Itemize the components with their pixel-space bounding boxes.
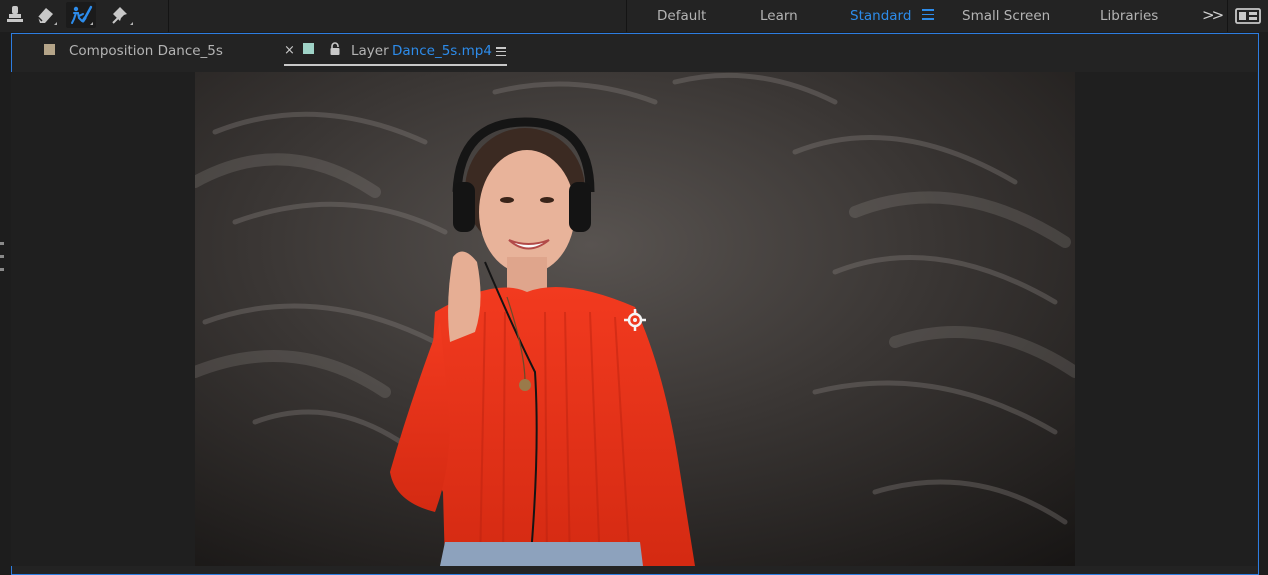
clone-stamp-tool-button[interactable] — [0, 2, 30, 28]
workspace-overflow-icon[interactable]: >> — [1202, 6, 1224, 24]
workspace-switcher-icon[interactable] — [1234, 6, 1262, 26]
layer-viewer[interactable] — [11, 72, 1257, 566]
eraser-icon — [34, 4, 56, 26]
panel-menu-icon[interactable] — [496, 47, 506, 57]
workspace-libraries[interactable]: Libraries — [1100, 8, 1158, 24]
video-frame[interactable] — [195, 72, 1075, 566]
tools-toolbar: Default Learn Standard Small Screen Libr… — [0, 0, 1268, 32]
workspace-small-screen[interactable]: Small Screen — [962, 8, 1050, 24]
composition-label-swatch — [44, 44, 55, 55]
panel-edge-marks — [0, 240, 4, 280]
toolbar-divider — [626, 0, 627, 32]
workspace-default[interactable]: Default — [657, 8, 706, 24]
workspace-menu-icon[interactable] — [922, 9, 934, 23]
tab-composition[interactable]: Composition Dance_5s — [12, 34, 262, 68]
puppet-pin-tool-button[interactable] — [106, 2, 136, 28]
workspace-learn[interactable]: Learn — [760, 8, 798, 24]
close-tab-icon[interactable]: × — [284, 43, 295, 58]
roto-brush-tool-button[interactable] — [66, 2, 96, 28]
panel-tab-bar: Composition Dance_5s × Layer Dance_5s.mp… — [12, 34, 1258, 68]
tab-layer[interactable]: × Layer Dance_5s.mp4 — [282, 34, 512, 68]
composition-tab-label: Composition Dance_5s — [69, 43, 223, 59]
layer-tab-prefix: Layer — [351, 43, 389, 59]
puppet-pin-icon — [110, 4, 132, 26]
workspace-standard[interactable]: Standard — [850, 8, 911, 24]
lock-icon[interactable] — [329, 42, 341, 60]
eraser-tool-button[interactable] — [30, 2, 60, 28]
active-tab-indicator — [284, 64, 507, 66]
layer-label-swatch — [303, 43, 314, 54]
toolbar-divider — [1227, 0, 1228, 32]
toolbar-divider — [168, 0, 169, 32]
clone-stamp-icon — [4, 4, 26, 26]
layer-tab-name: Dance_5s.mp4 — [392, 43, 492, 59]
